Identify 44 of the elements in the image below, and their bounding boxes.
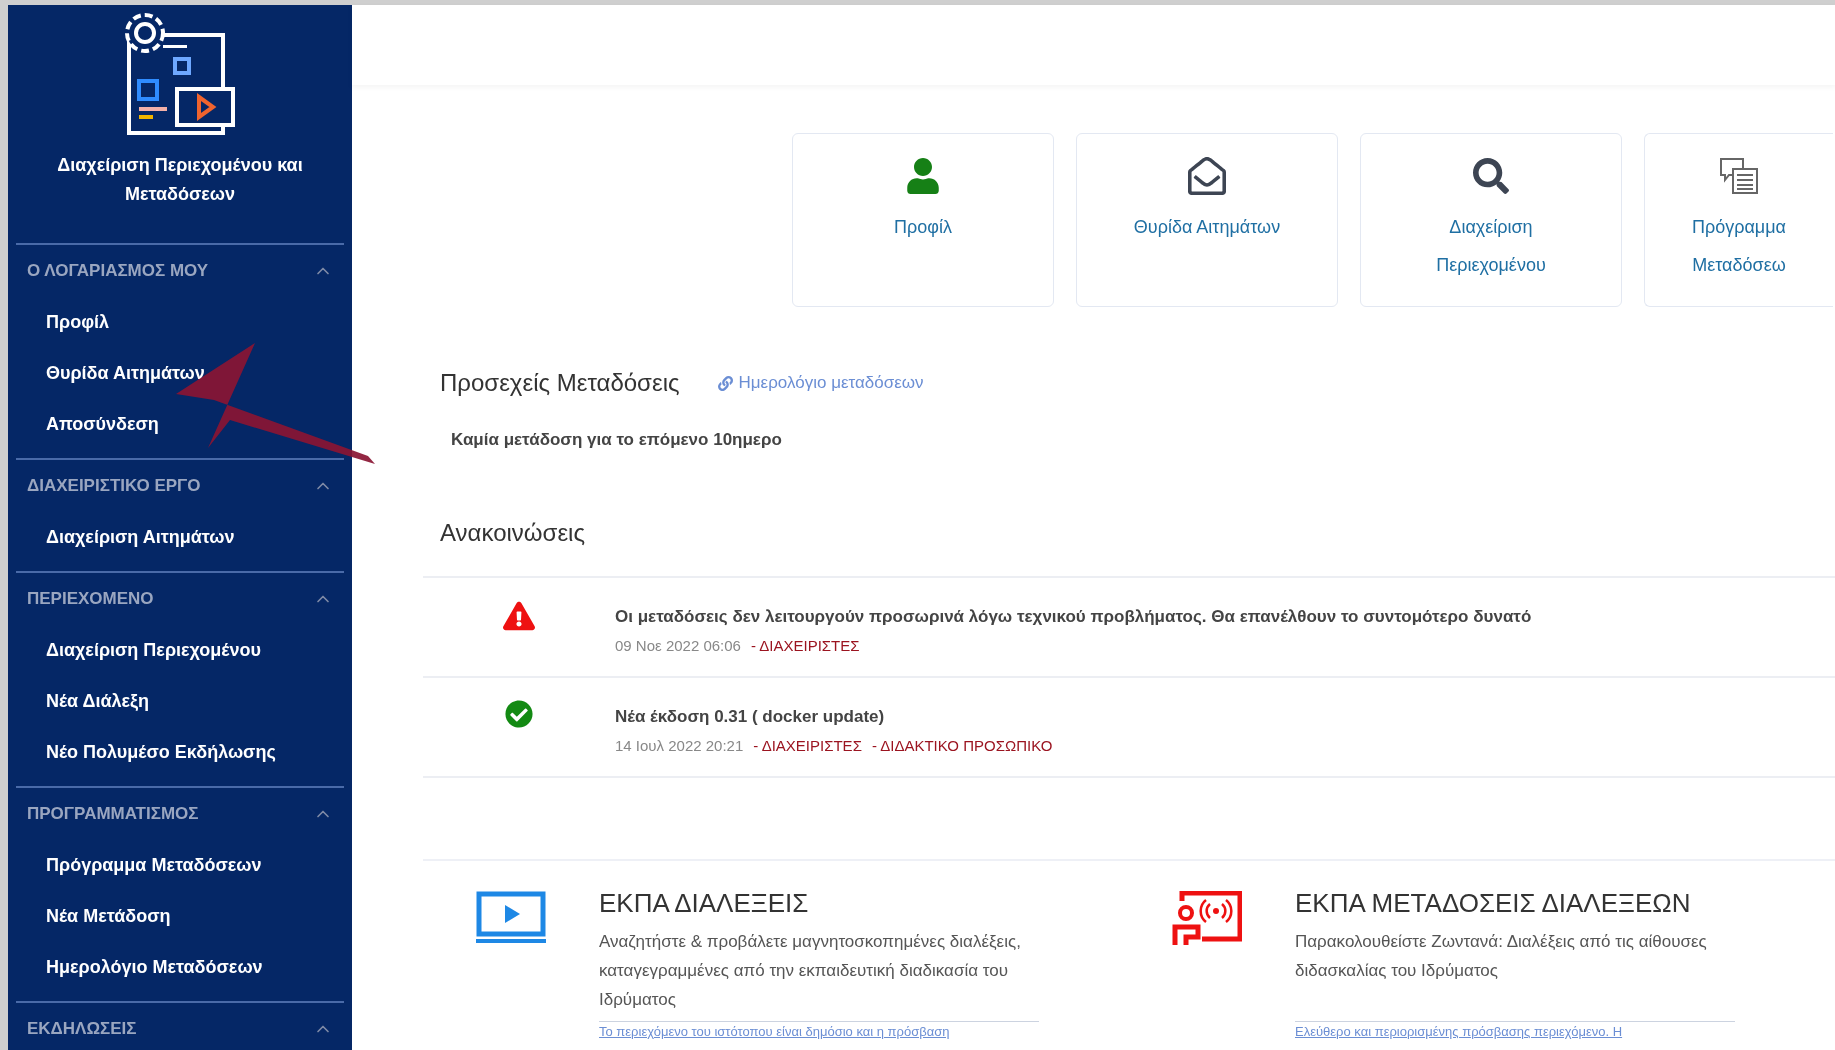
sidebar-link[interactable]: Νέο Πολυμέσο Εκδήλωσης [16,727,344,778]
calendar-link[interactable]: Ημερολόγιο μεταδόσεων [717,370,924,396]
section-header[interactable]: ΔΙΑΧΕΙΡΙΣΤΙΚΟ ΕΡΓΟ [16,460,344,512]
sidebar-link[interactable]: Ημερολόγιο Μεταδόσεων [16,942,344,993]
live-broadcast-icon [1172,890,1242,947]
announcement-text: Οι μεταδόσεις δεν λειτουργούν προσωρινά λόγω τεχνικού προβλήματος. Θα επανέλθουν το συντομότερο δυνατό [615,605,1532,628]
sidebar-link[interactable]: Θυρίδα Αιτημάτων [16,348,344,399]
audience-tag: - ΔΙΑΧΕΙΡΙΣΤΕΣ [753,735,862,758]
feature-description: Παρακολουθείστε Ζωντανά: Διαλέξεις από τις αίθουσες διδασκαλίας του Ιδρύματος [1295,930,1708,982]
open-envelope-icon [1188,157,1226,195]
sidebar-link[interactable]: Αποσύνδεση [16,399,344,450]
chat-list-icon [1719,157,1759,195]
sidebar-link[interactable]: Διαχείριση Περιεχομένου [16,625,344,676]
feature-footer-link[interactable]: Το περιεχόμενο του ιστότοπου είναι δημόσιο και η πρόσβαση [599,1021,1039,1040]
section-heading: Ανακοινώσεις [439,517,586,548]
sidebar-link[interactable]: Πρόγραμμα Μεταδόσεων [16,840,344,891]
audience-tag: - ΔΙΑΧΕΙΡΙΣΤΕΣ [750,635,860,658]
shortcut-card[interactable]: Θυρίδα Αιτημάτων [1076,133,1338,307]
feature-title: ΕΚΠΑ ΔΙΑΛΕΞΕΙΣ [599,886,810,919]
announcement-date: 09 Νοε 2022 06:06 [615,636,741,656]
warning-icon [503,599,535,632]
feature-description: Αναζητήστε & προβάλετε μαγνητοσκοπημένες διαλέξεις, καταγεγραμμένες από την εκπαιδευτική διαδικασία του Ιδρύματος [599,930,1022,1011]
section-header[interactable]: ΕΚΔΗΛΩΣΕΙΣ [16,1003,344,1050]
empty-message: Καμία μετάδοση για το επόμενο 10ημερο [450,429,783,451]
sidebar-link[interactable]: Διαχείριση Αιτημάτων [16,512,344,563]
sidebar-link[interactable]: Προφίλ [16,297,344,348]
section-header[interactable]: ΠΕΡΙΕΧΟΜΕΝΟ [16,573,344,625]
shortcut-card[interactable]: Πρόγραμμα Μεταδόσεω [1644,133,1833,307]
section-header[interactable]: Ο ΛΟΓΑΡΙΑΣΜΟΣ ΜΟΥ [16,245,344,297]
feature-footer-link[interactable]: Ελεύθερο και περιορισμένης πρόσβασης περιεχόμενο. Η [1295,1021,1735,1040]
section-header[interactable]: ΠΡΟΓΡΑΜΜΑΤΙΣΜΟΣ [16,788,344,840]
sidebar-link[interactable]: Νέα Μετάδοση [16,891,344,942]
shortcut-card[interactable]: Προφίλ [792,133,1054,307]
announcement-date: 14 Ιουλ 2022 20:21 [615,736,744,756]
app-title: Διαχείριση Περιεχομένου και Μεταδόσεων [56,154,304,206]
shortcut-card[interactable]: Διαχείριση Περιεχομένου [1360,133,1622,307]
announcement-text: Νέα έκδοση 0.31 ( docker update) [615,705,886,728]
sidebar-link[interactable]: Νέα Διάλεξη [16,676,344,727]
feature-title: ΕΚΠΑ ΜΕΤΑΔΟΣΕΙΣ ΔΙΑΛΕΞΕΩΝ [1295,886,1692,919]
search-icon [1473,158,1509,194]
user-icon [905,158,941,194]
link-icon [717,375,733,391]
section-heading: Προσεχείς Μεταδόσεις [440,368,680,398]
audience-tag: - ΔΙΔΑΚΤΙΚΟ ΠΡΟΣΩΠΙΚΟ [871,735,1053,758]
